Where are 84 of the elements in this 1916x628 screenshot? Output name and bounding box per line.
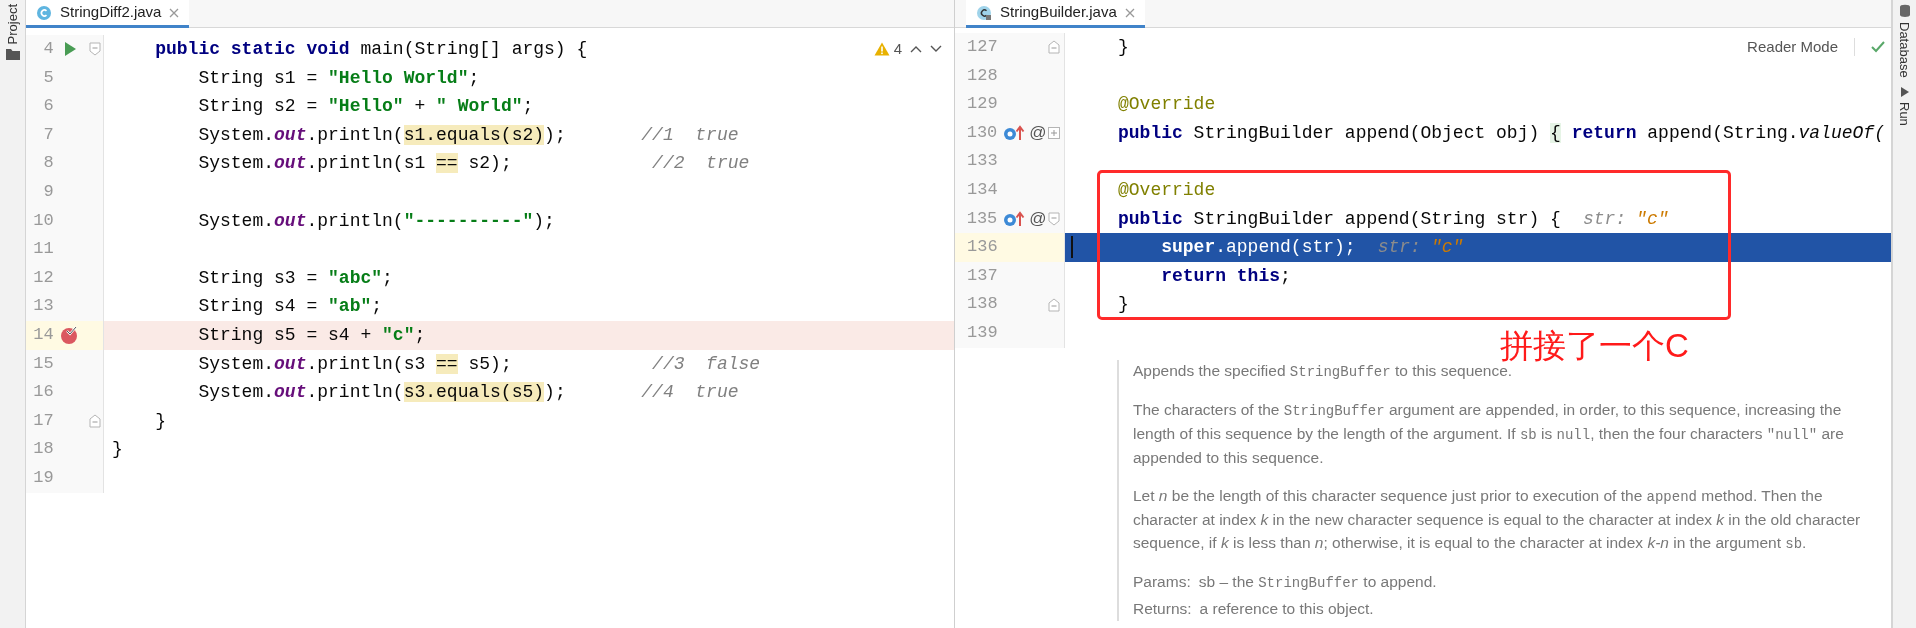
line-number: 128 xyxy=(966,64,998,87)
line-number: 136 xyxy=(966,236,998,259)
tool-window-tab[interactable]: Project xyxy=(2,4,23,45)
doc-paragraph: The characters of the StringBuffer argument are appended, in order, to this sequence, increasing the length of this sequence by the length of the argument. If sb is null, then the four characters "null" are appended to this sequence. xyxy=(1133,400,1845,468)
line-number: 14 xyxy=(32,323,54,346)
line-number: 127 xyxy=(966,36,998,58)
text-caret xyxy=(1071,236,1073,259)
folder-icon[interactable] xyxy=(5,48,20,61)
override-icon[interactable] xyxy=(1003,124,1026,143)
fold-icon[interactable] xyxy=(89,414,102,428)
close-icon[interactable] xyxy=(169,7,180,18)
line-number: 8 xyxy=(42,152,54,175)
code-line: System.out.println(s1.equals(s2)); //1 true xyxy=(197,123,739,147)
doc-paragraph: Appends the specified StringBuffer to this sequence. xyxy=(1133,361,1513,382)
code-line: public StringBuilder append(String str) { str: "c" xyxy=(1118,207,1669,231)
line-number: 139 xyxy=(966,321,998,344)
line-number: 5 xyxy=(42,66,54,89)
line-number: 7 xyxy=(42,123,54,146)
line-number: 130 xyxy=(965,121,998,144)
code-line: String s2 = "Hello" + " World"; xyxy=(197,95,534,119)
code-line: } xyxy=(1118,293,1129,317)
override-icon[interactable] xyxy=(1003,209,1026,228)
file-tab[interactable]: StringBuilder.java xyxy=(966,0,1145,28)
previous-icon[interactable] xyxy=(910,45,922,54)
line-number: 9 xyxy=(42,180,54,203)
line-number: 10 xyxy=(32,209,54,232)
line-number: 12 xyxy=(32,266,54,289)
warning-count[interactable]: 4 xyxy=(893,38,902,61)
line-number: 134 xyxy=(966,178,998,201)
code-line: @Override xyxy=(1118,93,1216,117)
code-line: System.out.println("----------"); xyxy=(197,209,555,233)
line-number: 135 xyxy=(965,207,998,230)
line-number: 17 xyxy=(32,409,54,432)
code-line: String s4 = "ab"; xyxy=(197,295,383,319)
run-icon[interactable] xyxy=(63,41,78,58)
at-icon[interactable]: @ xyxy=(1029,120,1047,146)
doc-paragraph: Params: sb – the StringBuffer to append. xyxy=(1133,572,1438,594)
code-line: } xyxy=(154,409,166,433)
code-line: @Override xyxy=(1118,178,1216,202)
line-number: 19 xyxy=(32,466,54,489)
line-number: 18 xyxy=(32,438,54,461)
line-number: 129 xyxy=(966,93,998,116)
next-icon[interactable] xyxy=(930,45,942,54)
line-number: 13 xyxy=(32,295,54,318)
line-number: 6 xyxy=(42,95,54,118)
code-line: String s1 = "Hello World"; xyxy=(197,66,480,90)
check-icon[interactable] xyxy=(1871,41,1885,54)
at-icon[interactable]: @ xyxy=(1029,206,1047,232)
doc-paragraph: Returns: a reference to this object. xyxy=(1133,599,1375,620)
line-number: 133 xyxy=(966,150,998,173)
fold-icon[interactable] xyxy=(1048,40,1061,55)
line-number: 16 xyxy=(32,381,54,404)
tool-window-tab[interactable]: Run xyxy=(1894,101,1915,126)
code-line: String s5 = s4 + "c"; xyxy=(197,323,426,347)
fold-icon[interactable] xyxy=(1048,211,1061,226)
code-line: } xyxy=(111,438,123,462)
code-line: System.out.println(s3.equals(s5)); //4 true xyxy=(197,381,739,405)
code-line: return this; xyxy=(1160,264,1291,288)
database-icon[interactable] xyxy=(1898,4,1911,18)
reader-mode-link[interactable]: Reader Mode xyxy=(1747,36,1838,59)
code-line: System.out.println(s3 == s5); //3 false xyxy=(197,352,761,376)
fold-icon[interactable] xyxy=(89,42,102,57)
line-number: 4 xyxy=(42,38,54,60)
code-line: super.append(str); str: "c" xyxy=(1160,236,1464,260)
close-icon[interactable] xyxy=(1124,7,1135,18)
tool-window-tab[interactable]: Database xyxy=(1894,22,1915,78)
warning-icon[interactable] xyxy=(873,42,890,57)
class-icon xyxy=(36,4,52,21)
line-number: 15 xyxy=(32,352,54,375)
run-icon[interactable] xyxy=(1899,85,1910,98)
fold-icon[interactable] xyxy=(1048,297,1061,312)
line-number: 138 xyxy=(966,293,998,316)
code-line: } xyxy=(1118,36,1129,59)
line-number: 11 xyxy=(32,238,54,261)
doc-paragraph: Let n be the length of this character sequence just prior to execution of the append method. Then the character at index k in the new character sequence is equal to the character at index k in the old character sequence, if k is less than n; otherwise, it is equal to the character at index k-n in the argument sb. xyxy=(1133,486,1862,554)
code-line: System.out.println(s1 == s2); //2 true xyxy=(197,152,750,176)
code-line: String s3 = "abc"; xyxy=(197,266,393,290)
file-tab[interactable]: StringDiff2.java xyxy=(26,0,190,28)
class-icon xyxy=(976,4,992,21)
code-line: public static void main(String[] args) { xyxy=(154,38,588,61)
expand-icon[interactable] xyxy=(1048,127,1061,140)
line-number: 137 xyxy=(966,264,998,287)
code-line: public StringBuilder append(Object obj) { return append(String.valueOf( xyxy=(1118,121,1885,145)
annotation-text: 拼接了一个C xyxy=(1500,329,1689,362)
